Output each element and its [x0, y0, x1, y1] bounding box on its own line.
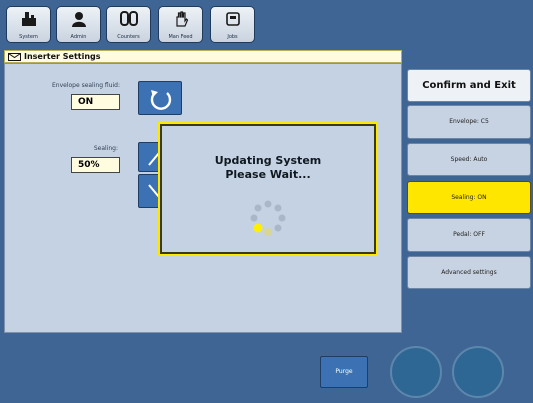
pedal-setting-label: Pedal: OFF	[453, 231, 485, 238]
confirm-and-exit-label: Confirm and Exit	[422, 80, 516, 91]
top-toolbar: System Admin Counters Man Feed Jobs	[0, 0, 533, 48]
page-title: Inserter Settings	[24, 52, 101, 61]
advanced-settings-label: Advanced settings	[441, 269, 497, 276]
speed-setting-label: Speed: Auto	[450, 156, 488, 163]
purge-button[interactable]: Purge	[320, 356, 368, 388]
envelope-setting-label: Envelope: C5	[449, 118, 489, 125]
envelope-sealing-fluid-label: Envelope sealing fluid:	[51, 82, 120, 89]
round-action-button-left[interactable]	[390, 346, 442, 398]
jobs-button-label: Jobs	[227, 34, 238, 40]
admin-button[interactable]: Admin	[56, 6, 101, 43]
admin-button-label: Admin	[70, 34, 87, 40]
purge-label: Purge	[335, 368, 353, 375]
admin-icon	[71, 12, 86, 27]
updating-message: Updating System Please Wait...	[162, 154, 374, 182]
round-action-button-right[interactable]	[452, 346, 504, 398]
envelope-icon	[8, 53, 21, 61]
man-feed-button-label: Man Feed	[168, 34, 193, 40]
jobs-button[interactable]: Jobs	[210, 6, 255, 43]
updating-dialog: Updating System Please Wait...	[158, 122, 378, 256]
updating-title: Updating System	[214, 154, 322, 167]
system-button[interactable]: System	[6, 6, 51, 43]
please-wait-text: Please Wait...	[225, 168, 311, 181]
sealing-label: Sealing:	[93, 145, 118, 152]
confirm-and-exit-button[interactable]: Confirm and Exit	[407, 69, 531, 102]
system-button-label: System	[19, 34, 38, 40]
refresh-icon	[150, 90, 172, 110]
counters-icon	[119, 11, 138, 26]
settings-header: Inserter Settings	[4, 50, 402, 63]
jobs-icon	[225, 12, 240, 26]
hand-icon	[175, 11, 188, 27]
sealing-setting-button[interactable]: Sealing: ON	[407, 181, 531, 214]
toggle-sealing-fluid-button[interactable]	[138, 81, 182, 115]
updating-dialog-body: Updating System Please Wait...	[160, 124, 376, 254]
speed-setting-button[interactable]: Speed: Auto	[407, 143, 531, 176]
sealing-value: 50%	[71, 157, 120, 173]
counters-button-label: Counters	[117, 34, 140, 40]
advanced-settings-button[interactable]: Advanced settings	[407, 256, 531, 289]
envelope-sealing-fluid-value: ON	[71, 94, 120, 110]
system-icon	[21, 12, 36, 26]
pedal-setting-button[interactable]: Pedal: OFF	[407, 218, 531, 252]
counters-button[interactable]: Counters	[106, 6, 151, 43]
loading-spinner-icon	[250, 200, 286, 236]
envelope-setting-button[interactable]: Envelope: C5	[407, 105, 531, 139]
sealing-setting-label: Sealing: ON	[451, 194, 487, 201]
man-feed-button[interactable]: Man Feed	[158, 6, 203, 43]
